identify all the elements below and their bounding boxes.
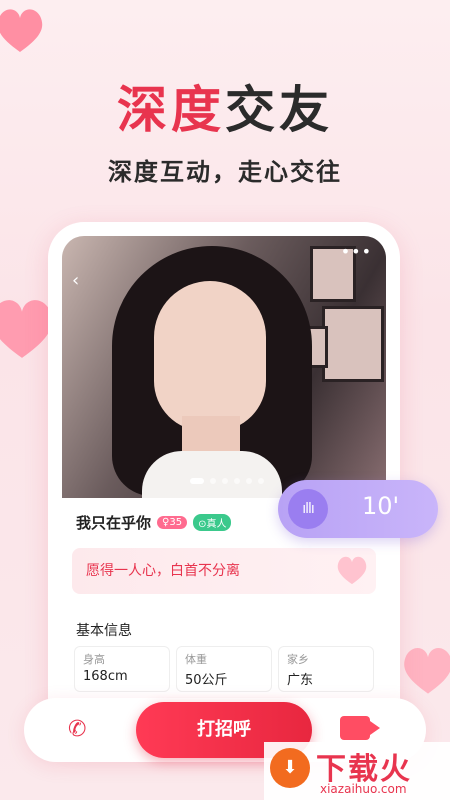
info-label: 家乡 (287, 653, 309, 666)
back-arrow-icon[interactable]: ‹ (72, 270, 79, 291)
watermark-url: xiazaihuo.com (320, 782, 407, 796)
decorative-heart (0, 9, 43, 52)
phone-call-icon[interactable]: ✆ (68, 716, 96, 744)
profile-quote: 愿得一人心，白首不分离 (72, 548, 376, 594)
watermark: ⬇ 下载火 xiazaihuo.com (264, 742, 450, 800)
info-value: 168cm (83, 669, 128, 684)
voice-duration: 10' (362, 492, 400, 520)
video-call-icon[interactable] (340, 716, 380, 740)
download-logo-icon: ⬇ (270, 748, 310, 788)
sound-wave-icon: ıllı (288, 489, 328, 529)
profile-name: 我只在乎你 (76, 514, 152, 532)
more-dots-icon[interactable]: ••• (341, 242, 372, 261)
info-value: 50公斤 (185, 673, 228, 688)
photo-pager (190, 478, 264, 484)
info-height: 身高 168cm (74, 646, 170, 692)
info-value: 广东 (287, 673, 314, 688)
decorative-heart (404, 648, 450, 694)
headline: 深度交友 (0, 70, 450, 142)
subheadline: 深度互动，走心交往 (108, 158, 342, 186)
voice-message-button[interactable]: ıllı 10' (278, 480, 438, 538)
profile-photo[interactable]: ‹ ••• (62, 236, 386, 498)
info-weight: 体重 50公斤 (176, 646, 272, 692)
info-hometown: 家乡 广东 (278, 646, 374, 692)
headline-accent: 深度 (117, 81, 225, 139)
headline-rest: 交友 (225, 81, 333, 139)
name-row: 我只在乎你 ♀35 ⊙真人 (76, 512, 232, 533)
info-label: 体重 (185, 653, 207, 666)
basic-info-title: 基本信息 (76, 623, 132, 639)
quote-heart-icon (337, 556, 367, 585)
age-badge: ♀35 (157, 516, 188, 529)
info-label: 身高 (83, 653, 105, 666)
verified-badge: ⊙真人 (193, 514, 232, 531)
